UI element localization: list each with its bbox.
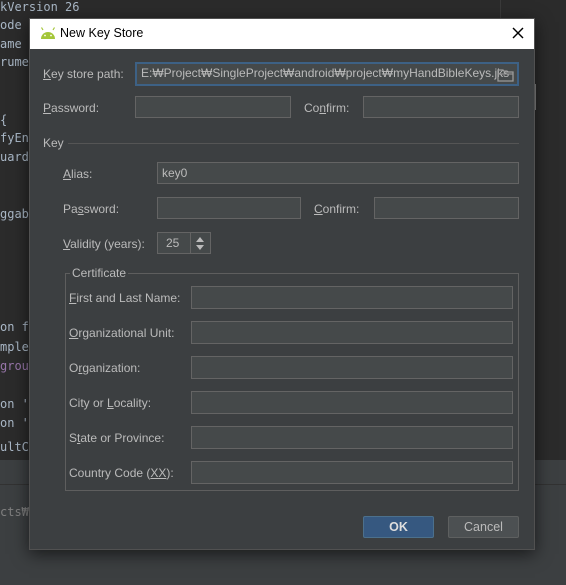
validity-label: Validity (years): [63,237,145,251]
cancel-button[interactable]: Cancel [448,516,519,538]
store-password-label: Password: [43,101,100,115]
organizational-unit-label: Organizational Unit: [69,326,175,340]
key-confirm-input[interactable] [374,197,519,219]
alias-input[interactable]: key0 [157,162,519,184]
spinner-divider [190,233,191,253]
first-last-name-label: First and Last Name: [69,291,181,305]
state-province-input[interactable] [191,426,513,449]
code-line: { [0,113,8,127]
code-line: kVersion 26 [0,0,80,14]
key-section-separator [68,143,519,144]
key-password-input[interactable] [157,197,301,219]
certificate-group-title: Certificate [70,266,129,280]
folder-browse-icon[interactable] [496,66,516,84]
validity-spinner[interactable]: 25 [157,232,211,254]
alias-label: Alias: [63,167,93,181]
country-code-label: Country Code (XX): [69,466,174,480]
key-confirm-label: Confirm: [314,202,360,216]
dialog-titlebar: New Key Store [30,19,534,49]
key-store-path-label: Key store path: [43,67,124,81]
store-confirm-label: Confirm: [304,101,350,115]
spinner-down-icon[interactable] [192,243,208,253]
store-password-input[interactable] [135,96,291,118]
android-icon [40,27,56,39]
key-password-label: Password: [63,202,120,216]
close-icon[interactable] [508,23,528,43]
country-code-input[interactable] [191,461,513,484]
store-confirm-input[interactable] [363,96,519,118]
city-locality-input[interactable] [191,391,513,414]
ok-button[interactable]: OK [363,516,434,538]
new-key-store-dialog: New Key Store Key store path: E:₩Project… [29,18,535,550]
organization-input[interactable] [191,356,513,379]
organizational-unit-input[interactable] [191,321,513,344]
city-locality-label: City or Locality: [69,396,152,410]
organization-label: Organization: [69,361,141,375]
key-store-path-input[interactable]: E:₩Project₩SingleProject₩android₩project… [135,62,519,86]
first-last-name-input[interactable] [191,286,513,309]
state-province-label: State or Province: [69,431,165,445]
dialog-title: New Key Store [60,26,144,40]
validity-value[interactable]: 25 [166,236,179,250]
key-section-title: Key [43,136,64,150]
